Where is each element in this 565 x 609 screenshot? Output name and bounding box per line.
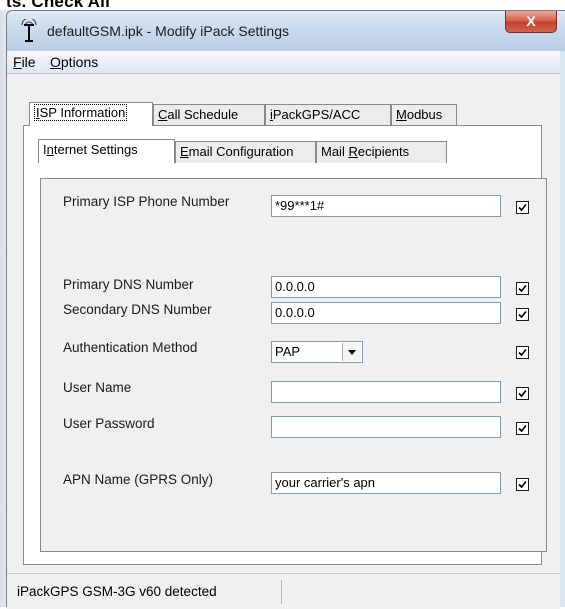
checkmark-icon bbox=[518, 284, 527, 293]
apn-name-label: APN Name (GPRS Only) bbox=[63, 472, 214, 487]
tab-mail-recipients[interactable]: Mail Recipients bbox=[316, 141, 447, 163]
close-button[interactable]: X bbox=[505, 11, 557, 33]
primary-isp-label: Primary ISP Phone Number bbox=[63, 194, 230, 209]
checkmark-icon bbox=[518, 203, 527, 212]
user-password-checkbox[interactable] bbox=[516, 422, 529, 435]
close-icon: X bbox=[526, 13, 536, 29]
primary-isp-input[interactable]: *99***1# bbox=[271, 195, 501, 217]
auth-method-checkbox[interactable] bbox=[516, 346, 529, 359]
tab-modbus[interactable]: Modbus bbox=[391, 104, 457, 126]
user-name-label: User Name bbox=[63, 380, 132, 395]
primary-dns-input[interactable]: 0.0.0.0 bbox=[271, 276, 501, 298]
title-bar[interactable]: defaultGSM.ipk - Modify iPack Settings X bbox=[7, 11, 565, 51]
tab-isp-information[interactable]: ISP Information bbox=[29, 102, 153, 126]
user-name-checkbox[interactable] bbox=[516, 387, 529, 400]
menu-options[interactable]: Options bbox=[50, 54, 98, 70]
status-bar: iPackGPS GSM-3G v60 detected bbox=[7, 573, 560, 609]
auth-method-value: PAP bbox=[275, 344, 301, 359]
primary-dns-label: Primary DNS Number bbox=[63, 277, 194, 292]
internet-settings-panel bbox=[40, 178, 547, 552]
status-text: iPackGPS GSM-3G v60 detected bbox=[17, 584, 217, 599]
secondary-dns-input[interactable]: 0.0.0.0 bbox=[271, 302, 501, 324]
menu-file[interactable]: File bbox=[13, 54, 36, 70]
checkmark-icon bbox=[518, 480, 527, 489]
tab-call-schedule[interactable]: Call Schedule bbox=[153, 104, 265, 126]
status-divider bbox=[281, 580, 282, 604]
antenna-icon bbox=[21, 19, 37, 42]
user-password-label: User Password bbox=[63, 416, 155, 431]
auth-method-label: Authentication Method bbox=[63, 340, 198, 355]
secondary-dns-label: Secondary DNS Number bbox=[63, 302, 212, 317]
checkmark-icon bbox=[518, 348, 527, 357]
primary-dns-checkbox[interactable] bbox=[516, 282, 529, 295]
user-password-input[interactable] bbox=[271, 416, 501, 438]
checkmark-icon bbox=[518, 310, 527, 319]
apn-name-input[interactable]: your carrier's apn bbox=[271, 472, 501, 494]
checkmark-icon bbox=[518, 389, 527, 398]
chevron-down-icon[interactable] bbox=[342, 343, 361, 361]
auth-method-select[interactable]: PAP bbox=[271, 341, 363, 363]
window-title: defaultGSM.ipk - Modify iPack Settings bbox=[47, 23, 289, 39]
settings-window: defaultGSM.ipk - Modify iPack Settings X… bbox=[6, 10, 565, 609]
menu-bar: File Options bbox=[7, 51, 560, 74]
apn-name-checkbox[interactable] bbox=[516, 478, 529, 491]
tab-internet-settings[interactable]: Internet Settings bbox=[38, 139, 175, 163]
secondary-dns-checkbox[interactable] bbox=[516, 308, 529, 321]
primary-isp-checkbox[interactable] bbox=[516, 201, 529, 214]
user-name-input[interactable] bbox=[271, 381, 501, 403]
client-area: ISP Information Call Schedule iPackGPS/A… bbox=[7, 74, 560, 574]
tab-ipackgps-acc[interactable]: iPackGPS/ACC bbox=[265, 104, 391, 126]
tab-email-configuration[interactable]: Email Configuration bbox=[175, 141, 316, 163]
checkmark-icon bbox=[518, 424, 527, 433]
